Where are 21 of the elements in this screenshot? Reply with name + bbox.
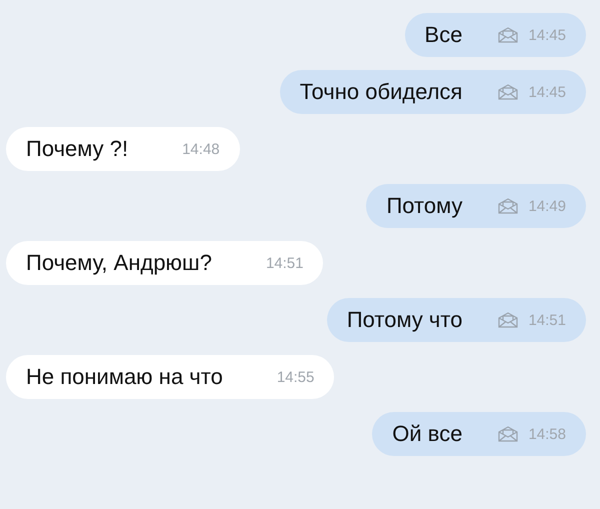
message-text: Не понимаю на что bbox=[26, 364, 223, 390]
message-text: Потому что bbox=[346, 307, 462, 333]
message-text: Почему, Андрюш? bbox=[26, 250, 212, 276]
message-time: 14:51 bbox=[528, 312, 566, 328]
message-text: Ой все bbox=[392, 421, 462, 447]
message-time: 14:45 bbox=[528, 84, 566, 100]
envelope-icon bbox=[498, 27, 518, 43]
message-text: Почему ?! bbox=[26, 136, 128, 162]
message-text: Все bbox=[424, 22, 462, 48]
envelope-icon bbox=[498, 84, 518, 100]
message-time: 14:49 bbox=[528, 198, 566, 214]
message-time: 14:48 bbox=[182, 140, 220, 158]
message-time: 14:45 bbox=[528, 26, 566, 44]
message-time: 14:58 bbox=[528, 426, 566, 442]
message-time: 14:55 bbox=[276, 368, 314, 386]
message-text: Потому bbox=[386, 193, 462, 219]
envelope-icon bbox=[498, 426, 518, 442]
envelope-icon bbox=[498, 312, 518, 328]
message-time: 14:51 bbox=[266, 254, 304, 272]
message-text: Точно обиделся bbox=[300, 79, 462, 105]
envelope-icon bbox=[498, 198, 518, 214]
